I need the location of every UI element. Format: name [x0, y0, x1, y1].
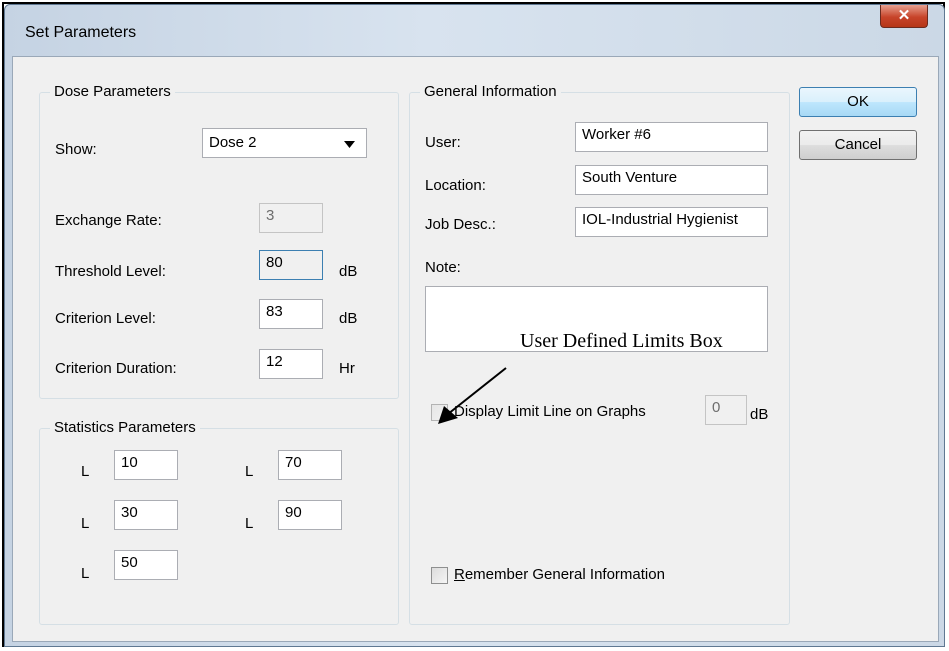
user-field[interactable]: Worker #6 [575, 122, 768, 152]
set-parameters-dialog: Set Parameters ✕ Dose Parameters Show: D… [4, 4, 945, 647]
stat-l-label: L [245, 515, 254, 532]
threshold-unit: dB [339, 263, 358, 280]
show-dropdown[interactable]: Dose 2 [202, 128, 367, 158]
limit-unit: dB [750, 406, 769, 423]
location-label: Location: [425, 177, 486, 194]
exchange-rate-label: Exchange Rate: [55, 212, 162, 229]
stat-l-label: L [81, 565, 90, 582]
close-icon: ✕ [897, 7, 911, 24]
remember-info-label: Remember General Information [454, 566, 665, 583]
criterion-unit: dB [339, 310, 358, 327]
remember-info-checkbox[interactable] [431, 567, 448, 584]
location-field[interactable]: South Venture [575, 165, 768, 195]
stat-l-label: L [81, 463, 90, 480]
limit-value-field[interactable]: 0 [705, 395, 747, 425]
exchange-rate-field[interactable]: 3 [259, 203, 323, 233]
stat-l-label: L [245, 463, 254, 480]
job-description-field[interactable]: IOL-Industrial Hygienist [575, 207, 768, 237]
ok-button[interactable]: OK [799, 87, 917, 117]
dialog-body: Dose Parameters Show: Dose 2 Exchange Ra… [12, 56, 939, 642]
cancel-button[interactable]: Cancel [799, 130, 917, 160]
criterion-level-label: Criterion Level: [55, 310, 156, 327]
job-description-label: Job Desc.: [425, 216, 496, 233]
stat-l1-field[interactable]: 10 [114, 450, 178, 480]
stat-l4-field[interactable]: 90 [278, 500, 342, 530]
dose-parameters-title: Dose Parameters [50, 83, 175, 100]
annotation-arrow-icon [438, 367, 507, 424]
remember-mnemonic: R [454, 566, 465, 583]
show-dropdown-value: Dose 2 [209, 134, 257, 151]
stat-l2-field[interactable]: 70 [278, 450, 342, 480]
threshold-level-label: Threshold Level: [55, 263, 166, 280]
stat-l5-field[interactable]: 50 [114, 550, 178, 580]
criterion-duration-unit: Hr [339, 360, 355, 377]
criterion-level-field[interactable]: 83 [259, 299, 323, 329]
title-bar[interactable]: Set Parameters ✕ [5, 5, 944, 57]
user-label: User: [425, 134, 461, 151]
statistics-parameters-title: Statistics Parameters [50, 419, 200, 436]
stat-l-label: L [81, 515, 90, 532]
statistics-parameters-group: Statistics Parameters [39, 419, 399, 625]
chevron-down-icon [344, 141, 355, 148]
general-information-title: General Information [420, 83, 561, 100]
threshold-level-field[interactable]: 80 [259, 250, 323, 280]
stat-l3-field[interactable]: 30 [114, 500, 178, 530]
annotation-callout: User Defined Limits Box [520, 330, 723, 352]
criterion-duration-label: Criterion Duration: [55, 360, 177, 377]
close-button[interactable]: ✕ [880, 5, 928, 28]
remember-label-rest: emember General Information [464, 566, 665, 583]
criterion-duration-field[interactable]: 12 [259, 349, 323, 379]
dialog-title: Set Parameters [25, 24, 137, 41]
show-label: Show: [55, 141, 97, 158]
note-label: Note: [425, 259, 461, 276]
